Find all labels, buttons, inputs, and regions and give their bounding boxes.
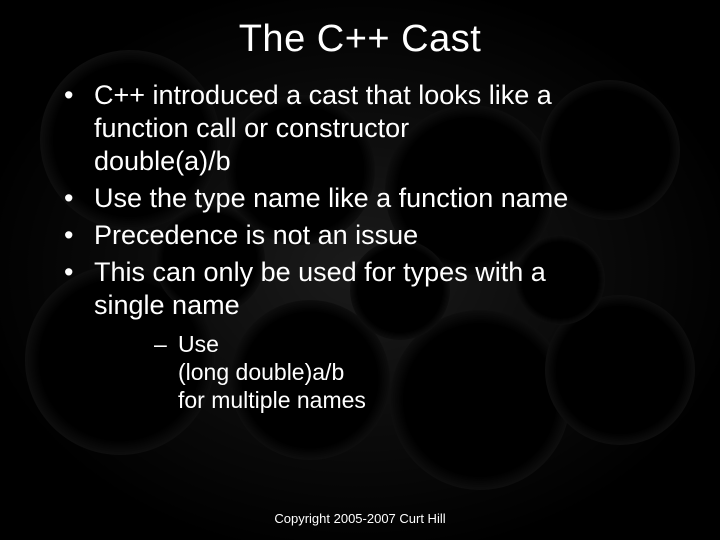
bullet-item: Use the type name like a function name (60, 182, 690, 215)
slide: The C++ Cast C++ introduced a cast that … (0, 0, 720, 540)
bullet-item: This can only be used for types with asi… (60, 256, 690, 414)
bullet-item: C++ introduced a cast that looks like af… (60, 79, 690, 178)
slide-content: The C++ Cast C++ introduced a cast that … (0, 0, 720, 414)
sub-bullet-item: Use(long double)a/bfor multiple names (154, 330, 690, 414)
copyright-footer: Copyright 2005-2007 Curt Hill (0, 511, 720, 526)
slide-title: The C++ Cast (30, 18, 690, 61)
bullet-list: C++ introduced a cast that looks like af… (60, 79, 690, 414)
sub-bullet-list: Use(long double)a/bfor multiple names (154, 330, 690, 414)
bullet-item: Precedence is not an issue (60, 219, 690, 252)
